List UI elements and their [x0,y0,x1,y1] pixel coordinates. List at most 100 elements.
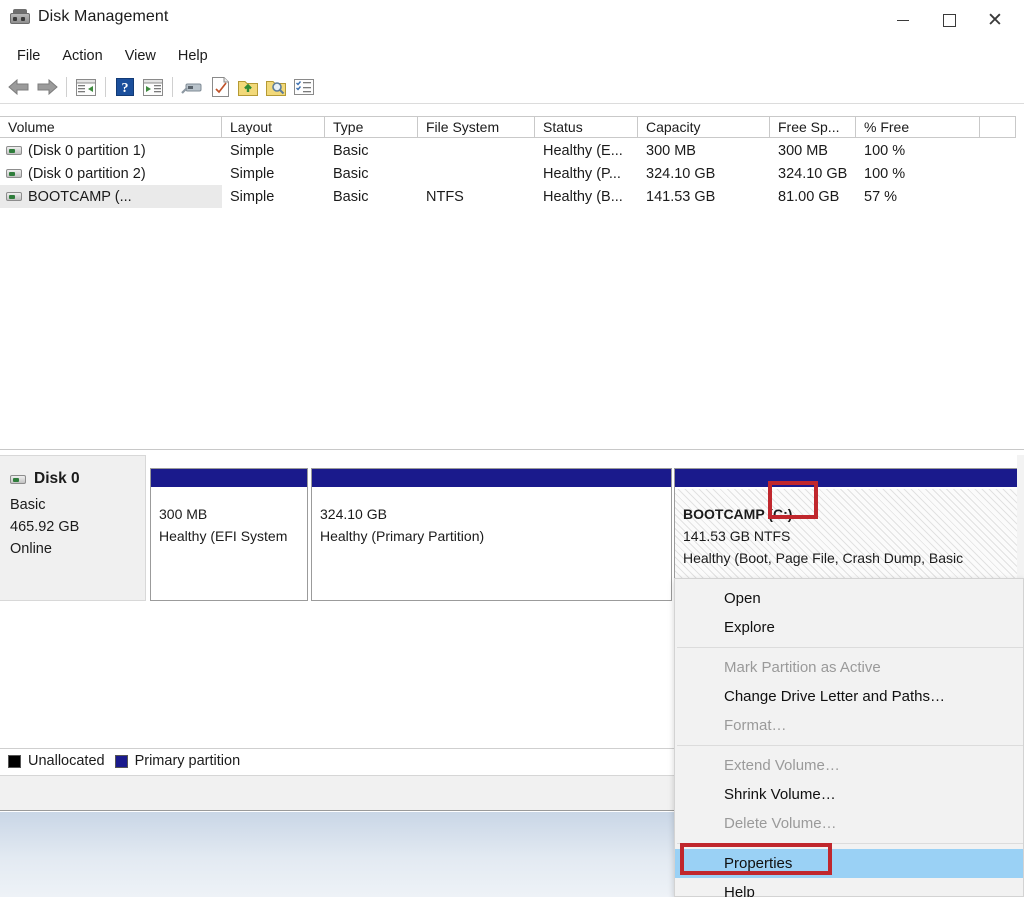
show-hide-console-tree-icon[interactable] [72,74,100,100]
volume-list-header: Volume Layout Type File System Status Ca… [0,116,1016,138]
table-row[interactable]: (Disk 0 partition 2) Simple Basic Health… [0,162,1016,185]
toolbar-separator [172,77,173,97]
column-header-percent-free[interactable]: % Free [856,117,980,137]
cell-type: Basic [325,162,418,185]
minimize-icon[interactable] [880,3,926,37]
disk-name: Disk 0 [34,470,80,488]
cell-status: Healthy (E... [535,139,638,162]
disk-title: Disk 0 [10,470,145,488]
legend-item-primary-partition: Primary partition [115,753,241,769]
back-arrow-icon[interactable] [5,74,33,100]
properties-icon[interactable] [206,74,234,100]
primary-partition-swatch-icon [115,755,128,768]
disk-size: 465.92 GB [10,516,145,538]
window-title: Disk Management [38,8,168,26]
show-hide-action-pane-icon[interactable] [139,74,167,100]
cell-file-system: NTFS [418,185,535,208]
title-bar: Disk Management ✕ [0,0,1024,40]
detail-view-icon[interactable] [290,74,318,100]
close-icon[interactable]: ✕ [972,3,1018,37]
partition-color-bar [312,469,671,489]
table-row[interactable]: (Disk 0 partition 1) Simple Basic Health… [0,139,1016,162]
rescan-disks-icon[interactable] [178,74,206,100]
title-bar-left: Disk Management [10,8,168,26]
cell-layout: Simple [222,185,325,208]
menu-view[interactable]: View [116,44,165,68]
table-row[interactable]: BOOTCAMP (... Simple Basic NTFS Healthy … [0,185,1016,208]
cell-volume[interactable]: (Disk 0 partition 1) [0,139,222,162]
cell-percent-free: 100 % [856,162,980,185]
disk-management-window: Disk Management ✕ File Action View Help [0,0,1024,897]
volume-list-pane: Volume Layout Type File System Status Ca… [0,105,1024,450]
menu-item-properties[interactable]: Properties [675,849,1023,878]
disk-type: Basic [10,494,145,516]
legend-item-unallocated: Unallocated [8,753,105,769]
column-header-volume[interactable]: Volume [0,117,222,137]
window-controls: ✕ [880,0,1018,40]
cell-layout: Simple [222,162,325,185]
cell-layout: Simple [222,139,325,162]
column-header-filler [980,117,1016,137]
partition-body: 300 MB Healthy (EFI System [151,489,307,600]
cell-volume-label: (Disk 0 partition 1) [28,143,146,159]
partition-block-primary[interactable]: 324.10 GB Healthy (Primary Partition) [311,468,672,601]
volume-disk-icon [6,192,22,201]
menu-item-open[interactable]: Open [675,584,1023,613]
export-list-icon[interactable] [234,74,262,100]
column-header-capacity[interactable]: Capacity [638,117,770,137]
cell-volume-label: (Disk 0 partition 2) [28,166,146,182]
maximize-icon[interactable] [926,3,972,37]
column-header-status[interactable]: Status [535,117,638,137]
cell-volume-label: BOOTCAMP (... [28,189,132,205]
column-header-file-system[interactable]: File System [418,117,535,137]
menu-item-help[interactable]: Help [675,878,1023,897]
cell-capacity: 300 MB [638,139,770,162]
toolbar: ? [0,71,1024,104]
partition-size: 300 MB [151,489,307,525]
find-icon[interactable] [262,74,290,100]
disk-state: Online [10,538,145,560]
menu-file[interactable]: File [8,44,49,68]
help-icon[interactable]: ? [111,74,139,100]
forward-arrow-icon[interactable] [33,74,61,100]
disk-management-icon [10,9,30,25]
partition-status: Healthy (EFI System [151,525,307,547]
cell-free-space: 300 MB [770,139,856,162]
cell-file-system [418,139,535,162]
disk-icon [10,475,26,484]
partition-status: Healthy (Boot, Page File, Crash Dump, Ba… [675,547,1017,569]
partition-body: 324.10 GB Healthy (Primary Partition) [312,489,671,600]
cell-capacity: 324.10 GB [638,162,770,185]
menu-help[interactable]: Help [169,44,217,68]
cell-volume[interactable]: BOOTCAMP (... [0,185,222,208]
menu-item-explore[interactable]: Explore [675,613,1023,642]
menu-item-shrink-volume[interactable]: Shrink Volume… [675,780,1023,809]
volume-disk-icon [6,146,22,155]
volume-disk-icon [6,169,22,178]
legend-label: Unallocated [28,753,105,769]
menu-separator [677,843,1023,844]
partition-block-efi[interactable]: 300 MB Healthy (EFI System [150,468,308,601]
svg-text:?: ? [122,81,129,96]
cell-percent-free: 57 % [856,185,980,208]
legend-label: Primary partition [135,753,241,769]
cell-status: Healthy (P... [535,162,638,185]
menu-action[interactable]: Action [53,44,111,68]
cell-type: Basic [325,139,418,162]
menu-item-extend-volume: Extend Volume… [675,751,1023,780]
context-menu: Open Explore Mark Partition as Active Ch… [674,578,1024,897]
column-header-type[interactable]: Type [325,117,418,137]
menu-item-change-drive-letter-and-paths[interactable]: Change Drive Letter and Paths… [675,682,1023,711]
menu-item-format: Format… [675,711,1023,740]
toolbar-separator [105,77,106,97]
cell-file-system [418,162,535,185]
menu-separator [677,647,1023,648]
disk-info-panel[interactable]: Disk 0 Basic 465.92 GB Online [0,455,146,601]
column-header-free-space[interactable]: Free Sp... [770,117,856,137]
cell-type: Basic [325,185,418,208]
column-header-layout[interactable]: Layout [222,117,325,137]
cell-percent-free: 100 % [856,139,980,162]
menu-bar: File Action View Help [0,42,1024,70]
menu-item-delete-volume: Delete Volume… [675,809,1023,838]
cell-volume[interactable]: (Disk 0 partition 2) [0,162,222,185]
